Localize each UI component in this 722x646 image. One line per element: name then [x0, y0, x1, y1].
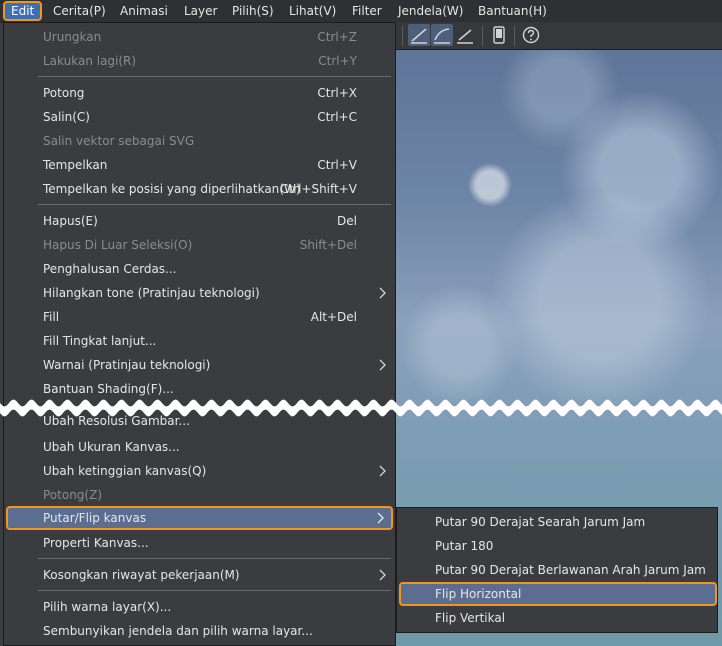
menu-item-label: Salin(C): [43, 110, 90, 124]
menu-item-copy[interactable]: Salin(C) Ctrl+C: [4, 105, 395, 129]
menu-item-delete-outside[interactable]: Hapus Di Luar Seleksi(O) Shift+Del: [4, 233, 395, 257]
menu-bantuan[interactable]: Bantuan(H): [472, 1, 553, 21]
chevron-right-icon: [379, 465, 386, 477]
menu-item-shortcut: Shift+Del: [299, 238, 357, 252]
menu-item-hide-window-pick-color[interactable]: Sembunyikan jendela dan pilih warna laya…: [4, 619, 395, 643]
menu-item-remove-tone[interactable]: Hilangkan tone (Pratinjau teknologi): [4, 281, 395, 305]
menu-item-shortcut: Del: [337, 214, 357, 228]
chevron-right-icon: [379, 359, 386, 371]
submenu-item-flip-horizontal[interactable]: Flip Horizontal: [399, 582, 717, 606]
menu-item-label: Lakukan lagi(R): [43, 54, 137, 68]
menu-layer[interactable]: Layer: [178, 1, 223, 21]
toolbar-separator: [402, 26, 403, 46]
menu-filter[interactable]: Filter: [346, 1, 388, 21]
menu-item-advanced-fill[interactable]: Fill Tingkat lanjut...: [4, 329, 395, 353]
menu-item-label: Tempelkan: [43, 158, 108, 172]
menu-item-delete[interactable]: Hapus(E) Del: [4, 209, 395, 233]
straight-stroke-icon[interactable]: [454, 24, 476, 46]
menu-edit[interactable]: Edit: [3, 1, 43, 21]
wavy-break-divider: [0, 399, 722, 417]
menu-item-label: Hilangkan tone (Pratinjau teknologi): [43, 286, 260, 300]
menu-item-copy-svg[interactable]: Salin vektor sebagai SVG: [4, 129, 395, 153]
menu-jendela[interactable]: Jendela(W): [392, 1, 469, 21]
menu-item-label: Salin vektor sebagai SVG: [43, 134, 195, 148]
menu-item-label: Penghalusan Cerdas...: [43, 262, 177, 276]
edit-menu: Urungkan Ctrl+Z Lakukan lagi(R) Ctrl+Y Pot…: [3, 22, 396, 646]
menu-item-shortcut: Ctrl+Y: [318, 54, 357, 68]
rotate-flip-submenu: Putar 90 Derajat Searah Jarum Jam Putar …: [396, 507, 718, 633]
toolbar-separator: [482, 26, 483, 46]
menu-item-label: Urungkan: [43, 30, 102, 44]
menu-item-canvas-properties[interactable]: Properti Kanvas...: [4, 531, 395, 555]
menu-item-label: Flip Vertikal: [435, 611, 506, 625]
menu-item-shortcut: Alt+Del: [310, 310, 357, 324]
menu-pilih[interactable]: Pilih(S): [226, 1, 280, 21]
toolbar-separator: [514, 26, 515, 46]
menu-item-label: Potong: [43, 86, 85, 100]
menu-item-change-canvas-size[interactable]: Ubah Ukuran Kanvas...: [4, 435, 395, 459]
menu-item-smart-smoothing[interactable]: Penghalusan Cerdas...: [4, 257, 395, 281]
menu-item-label: Fill: [43, 310, 60, 324]
help-icon[interactable]: [520, 24, 542, 46]
menu-item-shortcut: Ctrl+Shift+V: [280, 182, 357, 196]
menu-item-label: Kosongkan riwayat pekerjaan(M): [43, 568, 240, 582]
menu-item-label: Tempelkan ke posisi yang diperlihatkan(W…: [43, 182, 301, 196]
menu-item-label: Hapus(E): [43, 214, 98, 228]
menu-item-label: Warnai (Pratinjau teknologi): [43, 358, 211, 372]
menu-item-label: Sembunyikan jendela dan pilih warna laya…: [43, 624, 313, 638]
menu-item-pick-screen-color[interactable]: Pilih warna layar(X)...: [4, 595, 395, 619]
chevron-right-icon: [379, 287, 386, 299]
menu-cerita[interactable]: Cerita(P): [47, 1, 112, 21]
submenu-item-rotate-180[interactable]: Putar 180: [397, 534, 717, 558]
menu-item-label: Properti Kanvas...: [43, 536, 149, 550]
menu-item-label: Putar 180: [435, 539, 494, 553]
menu-item-label: Pilih warna layar(X)...: [43, 600, 172, 614]
menu-item-paste[interactable]: Tempelkan Ctrl+V: [4, 153, 395, 177]
menu-lihat[interactable]: Lihat(V): [283, 1, 342, 21]
menu-item-undo[interactable]: Urungkan Ctrl+Z: [4, 25, 395, 49]
menu-item-shortcut: Ctrl+Z: [317, 30, 357, 44]
submenu-item-rotate-90-ccw[interactable]: Putar 90 Derajat Berlawanan Arah Jarum J…: [397, 558, 717, 582]
menu-item-shortcut: Ctrl+V: [317, 158, 357, 172]
menu-separator: [38, 590, 391, 591]
menu-item-redo[interactable]: Lakukan lagi(R) Ctrl+Y: [4, 49, 395, 73]
submenu-item-flip-vertical[interactable]: Flip Vertikal: [397, 606, 717, 630]
menu-item-cut[interactable]: Potong Ctrl+X: [4, 81, 395, 105]
menu-item-change-canvas-height[interactable]: Ubah ketinggian kanvas(Q): [4, 459, 395, 483]
menu-item-fill[interactable]: Fill Alt+Del: [4, 305, 395, 329]
menu-item-shortcut: Ctrl+X: [317, 86, 357, 100]
menu-item-crop[interactable]: Potong(Z): [4, 483, 395, 507]
menu-item-label: Flip Horizontal: [435, 587, 522, 601]
pen-stroke-icon[interactable]: [408, 24, 430, 46]
menu-bar: Edit Cerita(P) Animasi Layer Pilih(S) Li…: [0, 0, 722, 23]
menu-item-label: Putar/Flip kanvas: [43, 511, 147, 525]
menu-item-shortcut: Ctrl+C: [317, 110, 357, 124]
menu-separator: [38, 204, 391, 205]
submenu-item-rotate-90-cw[interactable]: Putar 90 Derajat Searah Jarum Jam: [397, 510, 717, 534]
phone-icon[interactable]: [488, 24, 510, 46]
chevron-right-icon: [379, 569, 386, 581]
chevron-right-icon: [377, 512, 384, 524]
menu-item-label: Potong(Z): [43, 488, 103, 502]
menu-item-paste-in-place[interactable]: Tempelkan ke posisi yang diperlihatkan(W…: [4, 177, 395, 201]
menu-item-label: Hapus Di Luar Seleksi(O): [43, 238, 193, 252]
menu-item-label: Putar 90 Derajat Berlawanan Arah Jarum J…: [435, 563, 706, 577]
menu-item-label: Ubah ketinggian kanvas(Q): [43, 464, 207, 478]
curve-stroke-icon[interactable]: [431, 24, 453, 46]
menu-item-colorize[interactable]: Warnai (Pratinjau teknologi): [4, 353, 395, 377]
menu-item-label: Fill Tingkat lanjut...: [43, 334, 157, 348]
menu-animasi[interactable]: Animasi: [114, 1, 174, 21]
toolbar: [396, 22, 722, 50]
menu-item-rotate-flip-canvas[interactable]: Putar/Flip kanvas: [6, 506, 393, 530]
menu-item-clear-history[interactable]: Kosongkan riwayat pekerjaan(M): [4, 563, 395, 587]
menu-item-label: Ubah Ukuran Kanvas...: [43, 440, 180, 454]
menu-item-label: Putar 90 Derajat Searah Jarum Jam: [435, 515, 646, 529]
menu-separator: [38, 558, 391, 559]
menu-separator: [38, 76, 391, 77]
